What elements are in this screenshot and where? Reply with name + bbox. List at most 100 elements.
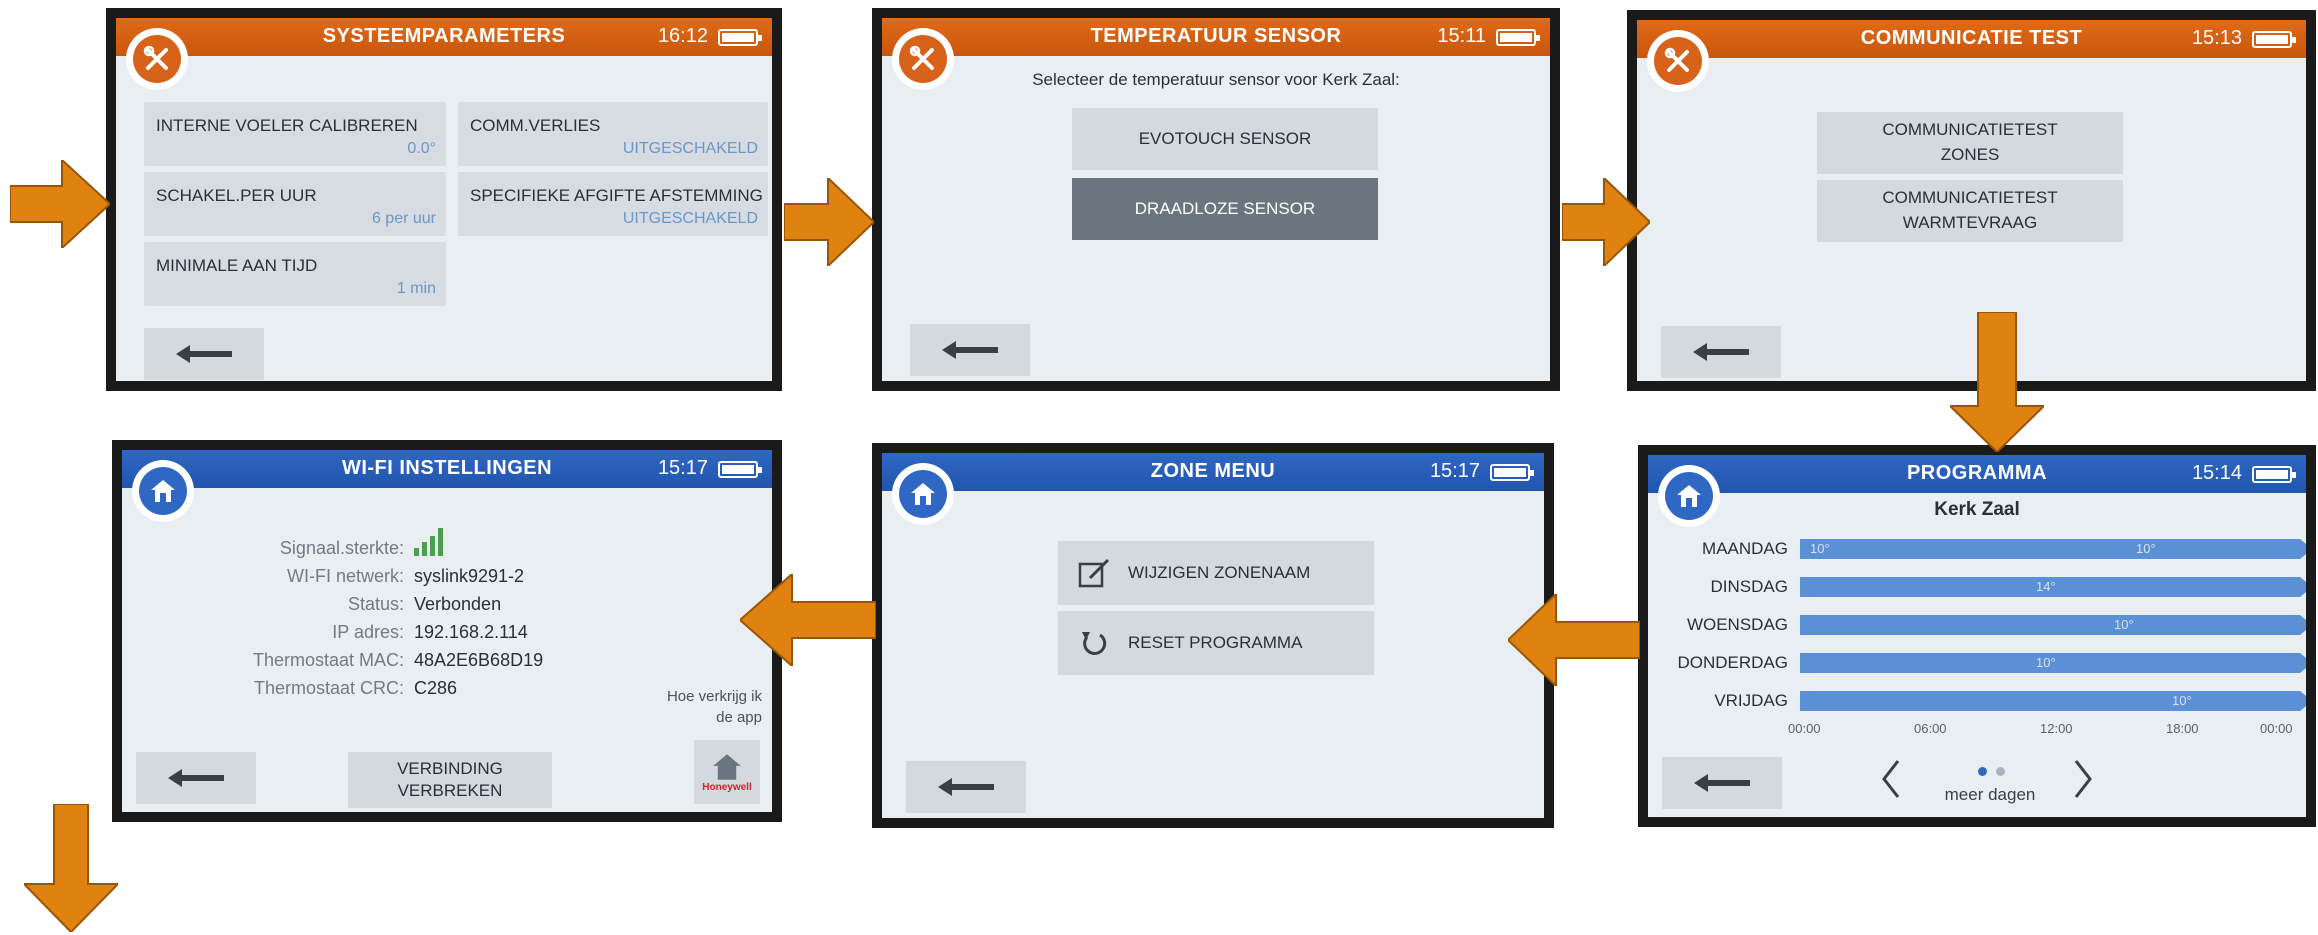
segment-temp: 10° [2172, 693, 2192, 708]
segment-temp: 10° [2136, 541, 2156, 556]
prev-days-button[interactable] [1876, 755, 1906, 803]
tile-value: UITGESCHAKELD [622, 210, 758, 227]
wijzigen-zonenaam-button[interactable]: WIJZIGEN ZONENAAM [1058, 541, 1374, 605]
communicatietest-zones-button[interactable]: COMMUNICATIETEST ZONES [1817, 112, 2123, 174]
app-hint-line2: de app [716, 709, 762, 726]
button-line2: WARMTEVRAAG [1902, 213, 2038, 232]
clock: 15:13 [2191, 27, 2242, 49]
row-value: 192.168.2.114 [414, 622, 528, 642]
meer-dagen-label[interactable]: meer dagen [1934, 785, 2046, 805]
button-label: WIJZIGEN ZONENAAM [1128, 562, 1311, 582]
screen-display: ZONE MENU 15:17 WIJZIGEN ZONENAAM RESET … [882, 453, 1544, 818]
clock: 16:12 [657, 25, 708, 47]
arrow-left-icon [1693, 343, 1749, 361]
back-button[interactable] [1662, 757, 1782, 809]
clock: 15:11 [1437, 25, 1486, 47]
reset-icon [1082, 632, 1107, 655]
row-value: 48A2E6B68D19 [414, 650, 544, 670]
tile-interne-voeler[interactable]: INTERNE VOELER CALIBREREN 0.0° [144, 102, 446, 166]
verbinding-verbreken-button[interactable]: VERBINDING VERBREKEN [348, 752, 552, 808]
battery-icon [1490, 464, 1534, 481]
draadloze-sensor-button[interactable]: DRAADLOZE SENSOR [1072, 178, 1378, 240]
page-dot-active [1978, 767, 1987, 776]
row-value: syslink9291-2 [414, 566, 525, 586]
arrow-left-icon [168, 769, 224, 787]
day-label: DINSDAG [1710, 577, 1788, 596]
time-tick: 12:00 [2040, 721, 2073, 736]
flow-arrow-down-icon [24, 804, 118, 932]
back-button[interactable] [910, 324, 1030, 376]
clock: 15:14 [2191, 462, 2242, 484]
title-bar: COMMUNICATIE TEST 15:13 [1637, 20, 2306, 58]
schedule-bar-vrijdag[interactable]: 10° [1800, 691, 2306, 711]
row-label: WI-FI netwerk: [286, 566, 404, 586]
home-badge[interactable] [892, 463, 954, 525]
schedule-bar-woensdag[interactable]: 10° [1800, 615, 2306, 635]
screen-temperatuur-sensor: TEMPERATUUR SENSOR 15:11 Selecteer de te… [872, 8, 1560, 391]
back-button[interactable] [1661, 326, 1781, 378]
arrow-left-icon [1694, 774, 1750, 792]
back-button[interactable] [136, 752, 256, 804]
tile-label: SPECIFIEKE AFGIFTE AFSTEMMING [470, 186, 763, 205]
signal-strength [414, 528, 446, 561]
arrow-left-icon [942, 341, 998, 359]
button-line2: VERBREKEN [397, 781, 503, 800]
clock: 15:17 [657, 457, 708, 479]
tile-specifieke-afgifte[interactable]: SPECIFIEKE AFGIFTE AFSTEMMING UITGESCHAK… [458, 172, 768, 236]
screen-zone-menu: ZONE MENU 15:17 WIJZIGEN ZONENAAM RESET … [872, 443, 1554, 828]
day-label: DONDERDAG [1677, 653, 1788, 672]
back-button[interactable] [144, 328, 264, 380]
zone-name: Kerk Zaal [1934, 499, 2020, 520]
tile-schakel-per-uur[interactable]: SCHAKEL.PER UUR 6 per uur [144, 172, 446, 236]
row-label: Thermostaat CRC: [253, 678, 404, 698]
home-icon [899, 470, 947, 518]
time-tick: 06:00 [1914, 721, 1947, 736]
tile-minimale-aan-tijd[interactable]: MINIMALE AAN TIJD 1 min [144, 242, 446, 306]
button-line1: COMMUNICATIETEST [1882, 120, 2058, 140]
day-label: MAANDAG [1702, 539, 1788, 558]
schedule-bar-donderdag[interactable]: 10° [1800, 653, 2306, 673]
time-tick: 00:00 [2260, 721, 2293, 736]
schedule-bar-dinsdag[interactable]: 14° [1800, 577, 2306, 597]
tile-label: MINIMALE AAN TIJD [156, 256, 318, 275]
row-value: Verbonden [414, 594, 502, 614]
day-label: WOENSDAG [1686, 615, 1788, 634]
flow-arrow-left-icon [740, 574, 876, 666]
back-button[interactable] [906, 761, 1026, 813]
button-line1: COMMUNICATIETEST [1882, 188, 2058, 208]
flow-arrow-left-icon [1508, 594, 1640, 686]
tile-comm-verlies[interactable]: COMM.VERLIES UITGESCHAKELD [458, 102, 768, 166]
screen-display: PROGRAMMA 15:14 Kerk Zaal MAANDAG 10° 10… [1648, 455, 2306, 817]
day-label: VRIJDAG [1714, 691, 1788, 710]
home-icon [139, 467, 187, 515]
tile-label: INTERNE VOELER CALIBREREN [156, 116, 418, 135]
app-hint[interactable]: Hoe verkrijg ik de app [667, 686, 762, 728]
flow-arrow-down-icon [1950, 312, 2044, 452]
app-hint-line1: Hoe verkrijg ik [666, 688, 762, 705]
reset-programma-button[interactable]: RESET PROGRAMMA [1058, 611, 1374, 675]
settings-badge[interactable] [126, 28, 188, 90]
home-badge[interactable] [132, 460, 194, 522]
segment-temp: 10° [2114, 617, 2134, 632]
screen-wifi-instellingen: WI-FI INSTELLINGEN 15:17 Signaal.sterkte… [112, 440, 782, 822]
page-dots [1960, 767, 2020, 777]
evotouch-sensor-button[interactable]: EVOTOUCH SENSOR [1072, 108, 1378, 170]
flow-arrow-right-icon [1562, 178, 1650, 266]
next-days-button[interactable] [2068, 755, 2098, 803]
flow-arrow-right-icon [784, 178, 874, 266]
flow-arrow-right-icon [10, 160, 110, 248]
screen-display: SYSTEEMPARAMETERS 16:12 INTERNE VOELER C… [116, 18, 772, 381]
row-label: IP adres: [332, 622, 404, 642]
sensor-prompt: Selecteer de temperatuur sensor voor Ker… [1032, 70, 1400, 89]
schedule-bar-maandag[interactable]: 10° 10° [1800, 539, 2306, 559]
button-line2: ZONES [1940, 145, 2000, 164]
segment-temp: 10° [2036, 655, 2056, 670]
tools-icon [133, 35, 181, 83]
settings-badge[interactable] [1647, 30, 1709, 92]
tile-label: SCHAKEL.PER UUR [156, 186, 317, 205]
battery-icon [2252, 466, 2296, 483]
app-button[interactable]: Honeywell [694, 740, 760, 804]
communicatietest-warmtevraag-button[interactable]: COMMUNICATIETEST WARMTEVRAAG [1817, 180, 2123, 242]
arrow-left-icon [938, 778, 994, 796]
home-icon [713, 753, 741, 780]
